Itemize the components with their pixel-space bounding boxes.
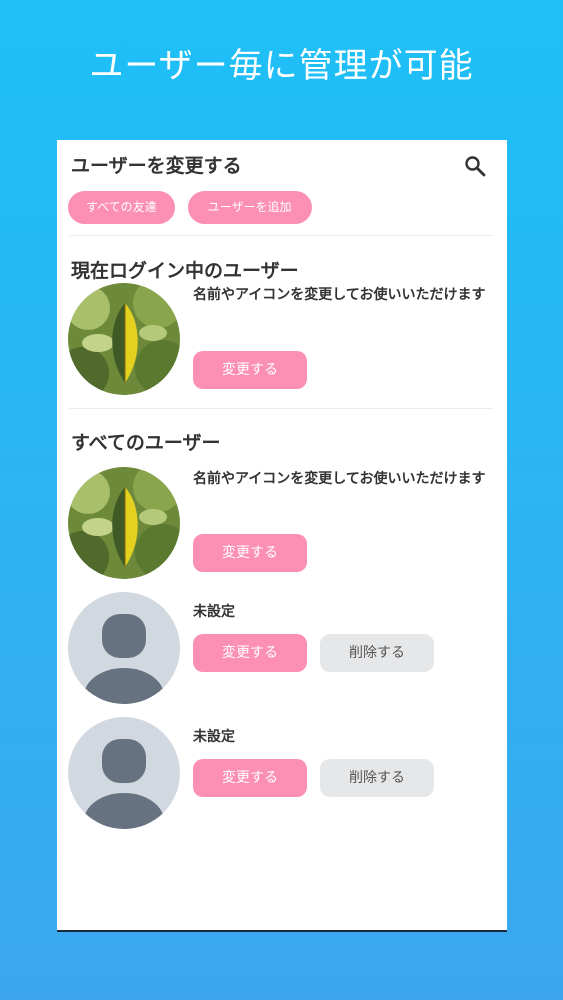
chip-group: すべての友達 ユーザーを追加 [68,191,320,224]
delete-button[interactable]: 削除する [320,759,434,797]
default-avatar-icon[interactable] [68,717,180,829]
change-button[interactable]: 変更する [193,351,307,389]
user-row: 名前やアイコンを変更してお使いいただけます 変更する [68,467,498,582]
user-row: 未設定 変更する 削除する [68,717,498,832]
change-button[interactable]: 変更する [193,534,307,572]
add-user-chip[interactable]: ユーザーを追加 [187,191,312,224]
user-name: 未設定 [193,604,235,620]
delete-button[interactable]: 削除する [320,634,434,672]
avatar-photo[interactable] [68,283,180,395]
user-row: 未設定 変更する 削除する [68,592,498,707]
default-avatar-icon[interactable] [68,592,180,704]
promo-title: ユーザー毎に管理が可能 [89,46,474,86]
divider [69,408,493,409]
avatar-photo[interactable] [68,467,180,579]
all-friends-chip[interactable]: すべての友達 [68,191,175,224]
current-user-section-title: 現在ログイン中のユーザー [71,260,299,282]
search-icon[interactable] [463,154,487,178]
header: ユーザーを変更する [71,152,493,182]
page-title: ユーザーを変更する [71,155,242,177]
change-button[interactable]: 変更する [193,634,307,672]
app-screen: ユーザーを変更する すべての友達 ユーザーを追加 現在ログイン中のユーザー 名前… [57,140,507,932]
change-button[interactable]: 変更する [193,759,307,797]
divider [69,235,493,236]
user-name: 未設定 [193,729,235,745]
user-description: 名前やアイコンを変更してお使いいただけます [193,287,486,303]
current-user-row: 名前やアイコンを変更してお使いいただけます 変更する [68,283,498,398]
user-description: 名前やアイコンを変更してお使いいただけます [193,471,486,487]
all-users-section-title: すべてのユーザー [71,432,221,454]
